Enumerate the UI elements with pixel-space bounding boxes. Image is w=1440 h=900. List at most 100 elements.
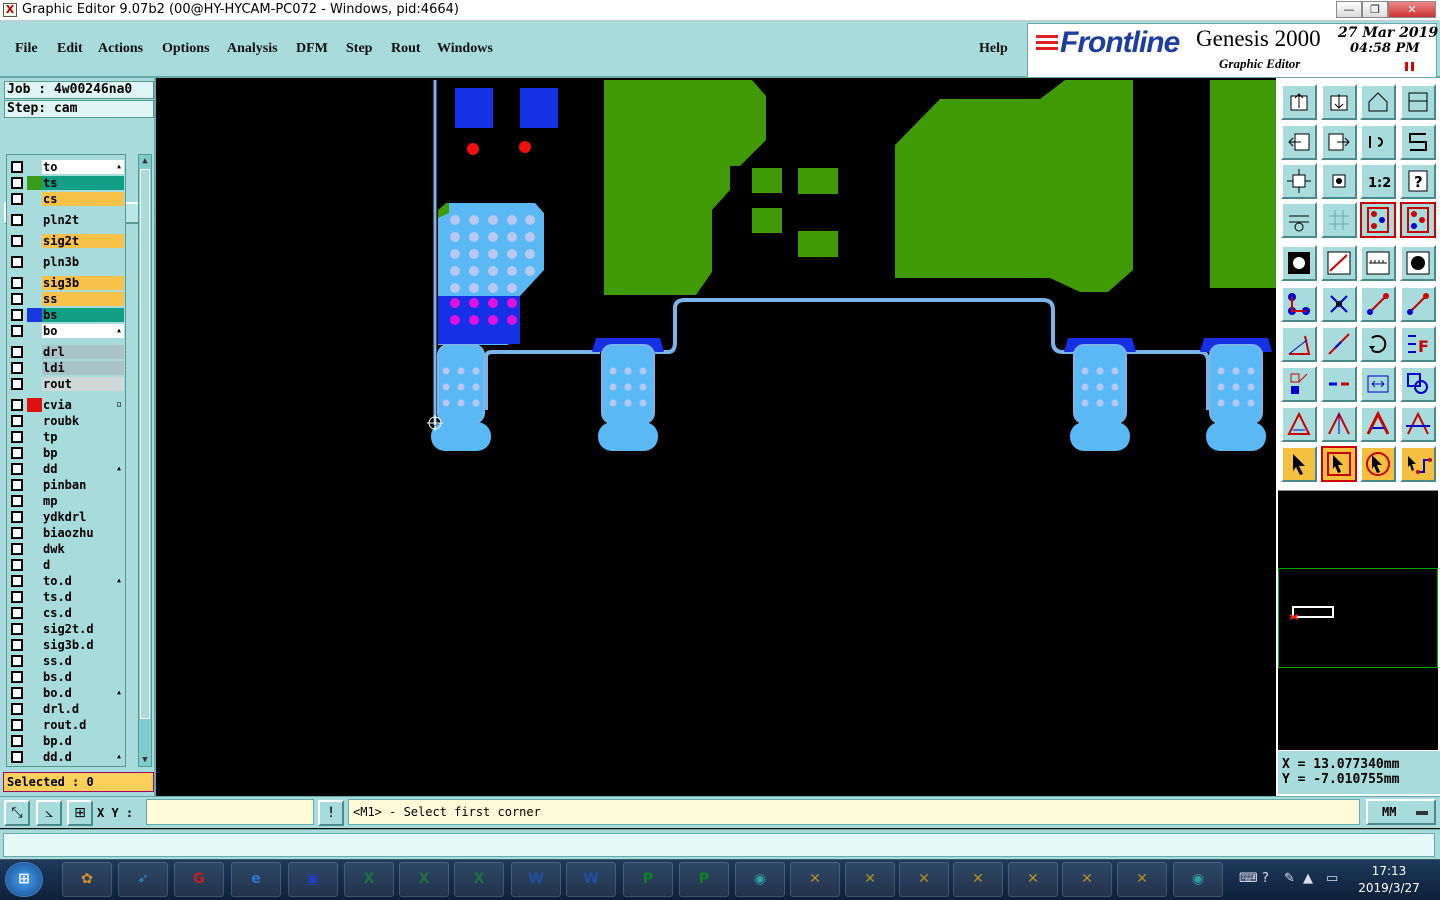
bridge-icon[interactable] xyxy=(1400,406,1436,442)
layer-checkbox[interactable] xyxy=(11,256,23,268)
layer-row-biaozhu[interactable]: biaozhu xyxy=(7,525,127,541)
layer-color-swatch[interactable] xyxy=(27,462,42,476)
layer-name[interactable]: pinban xyxy=(42,478,124,492)
layer-name[interactable]: sig3b xyxy=(42,276,124,290)
alert-button[interactable]: ! xyxy=(318,800,344,826)
layer-color-swatch[interactable] xyxy=(27,377,42,391)
layer-checkbox[interactable] xyxy=(11,362,23,374)
shell-app-icon[interactable]: ✿ xyxy=(62,862,112,897)
excel-icon-2[interactable]: X xyxy=(399,862,449,897)
layer-name[interactable]: cvia ▫ xyxy=(42,398,124,412)
layer-color-swatch[interactable] xyxy=(27,494,42,508)
layer-checkbox[interactable] xyxy=(11,309,23,321)
layer-row-sig2t[interactable]: sig2t xyxy=(7,233,127,249)
layer-checkbox[interactable] xyxy=(11,751,23,763)
word-icon[interactable]: W xyxy=(511,862,561,897)
scroll-down-icon[interactable]: ▼ xyxy=(140,754,150,766)
layer-color-swatch[interactable] xyxy=(27,638,42,652)
layer-color-swatch[interactable] xyxy=(27,176,42,190)
menu-dfm[interactable]: DFM xyxy=(296,41,328,57)
floppy-app-icon[interactable]: ▣ xyxy=(288,862,338,897)
tray-arrow-icon[interactable]: ▲ xyxy=(1303,871,1313,886)
pause-icon[interactable] xyxy=(1405,62,1414,71)
layer-checkbox[interactable] xyxy=(11,177,23,189)
group-icon[interactable] xyxy=(1400,366,1436,402)
move-icon[interactable] xyxy=(1281,366,1317,402)
layer-row-cs-d[interactable]: cs.d xyxy=(7,605,127,621)
layer-color-swatch[interactable] xyxy=(27,308,42,322)
measure-ruler-icon[interactable] xyxy=(1360,245,1396,281)
undo-view-icon[interactable] xyxy=(1360,124,1396,160)
home-icon[interactable] xyxy=(1360,84,1396,120)
layer-row-ss-d[interactable]: ss.d xyxy=(7,653,127,669)
layer-color-swatch[interactable] xyxy=(27,398,42,412)
layer-color-swatch[interactable] xyxy=(27,276,42,290)
select-partial-icon[interactable] xyxy=(1360,446,1396,482)
menu-help[interactable]: Help xyxy=(979,41,1008,57)
layer-checkbox[interactable] xyxy=(11,639,23,651)
layer-row-tp[interactable]: tp xyxy=(7,429,127,445)
zoom-fit-icon[interactable] xyxy=(1281,163,1317,199)
layer-name[interactable]: rout xyxy=(42,377,124,391)
layer-name[interactable]: drl xyxy=(42,345,124,359)
layer-color-swatch[interactable] xyxy=(27,510,42,524)
layer-color-swatch[interactable] xyxy=(27,558,42,572)
grid-toggle-icon[interactable] xyxy=(1321,202,1357,238)
layer-name[interactable]: sig3b.d xyxy=(42,638,124,652)
layer-name[interactable]: roubk xyxy=(42,414,124,428)
layer-row-dwk[interactable]: dwk xyxy=(7,541,127,557)
measure-icon[interactable]: ⦣ xyxy=(36,800,62,826)
restore-button[interactable]: ❐ xyxy=(1362,1,1388,18)
help-icon[interactable]: ? xyxy=(1262,871,1269,886)
genesis-window-icon-4[interactable]: ✕ xyxy=(953,862,1003,897)
minimize-button[interactable]: — xyxy=(1336,1,1362,18)
layer-checkbox[interactable] xyxy=(11,447,23,459)
layer-color-swatch[interactable] xyxy=(27,670,42,684)
start-button-icon[interactable]: ⊞ xyxy=(5,862,43,897)
layer-color-swatch[interactable] xyxy=(27,430,42,444)
layer-row-cvia[interactable]: cvia ▫ xyxy=(7,397,127,413)
layer-row-ts-d[interactable]: ts.d xyxy=(7,589,127,605)
layer-row-pinban[interactable]: pinban xyxy=(7,477,127,493)
window-icon[interactable] xyxy=(1400,84,1436,120)
keyboard-icon[interactable]: ⌨ xyxy=(1239,871,1258,886)
cross-icon[interactable] xyxy=(1321,286,1357,322)
layer-checkbox[interactable] xyxy=(11,193,23,205)
layer-color-swatch[interactable] xyxy=(27,345,42,359)
layer-checkbox[interactable] xyxy=(11,575,23,587)
layer-row-bp-d[interactable]: bp.d xyxy=(7,733,127,749)
rotate-icon[interactable] xyxy=(1360,326,1396,362)
close-button[interactable]: ✕ xyxy=(1388,1,1436,18)
zoom-back-icon[interactable] xyxy=(1281,124,1317,160)
layer-name[interactable]: biaozhu xyxy=(42,526,124,540)
layer-name[interactable]: dd ▴ xyxy=(42,462,124,476)
zoom-forward-icon[interactable] xyxy=(1321,124,1357,160)
layer-checkbox[interactable] xyxy=(11,235,23,247)
layer-color-swatch[interactable] xyxy=(27,526,42,540)
layer-color-swatch[interactable] xyxy=(27,160,42,174)
layer-checkbox[interactable] xyxy=(11,378,23,390)
layer-name[interactable]: bp.d xyxy=(42,734,124,748)
open-job-icon[interactable] xyxy=(1281,84,1317,120)
text-tool-icon[interactable]: F xyxy=(1400,326,1436,362)
genesis-window-icon-3[interactable]: ✕ xyxy=(899,862,949,897)
layer-color-swatch[interactable] xyxy=(27,590,42,604)
layer-row-drl[interactable]: drl xyxy=(7,344,127,360)
layer-checkbox[interactable] xyxy=(11,463,23,475)
scroll-thumb[interactable] xyxy=(140,169,150,719)
layer-name[interactable]: cs.d xyxy=(42,606,124,620)
eye-app-icon-2[interactable]: ◉ xyxy=(1173,862,1223,897)
layer-color-swatch[interactable] xyxy=(27,574,42,588)
resize-icon[interactable] xyxy=(1360,366,1396,402)
layer-row-roubk[interactable]: roubk xyxy=(7,413,127,429)
layer-row-d[interactable]: d xyxy=(7,557,127,573)
layer-row-ldi[interactable]: ldi xyxy=(7,360,127,376)
layer-color-swatch[interactable] xyxy=(27,478,42,492)
layer-color-swatch[interactable] xyxy=(27,606,42,620)
layer-color-swatch[interactable] xyxy=(27,750,42,764)
layer-color-swatch[interactable] xyxy=(27,446,42,460)
menu-options[interactable]: Options xyxy=(162,41,209,57)
menu-windows[interactable]: Windows xyxy=(437,41,493,57)
layer-checkbox[interactable] xyxy=(11,719,23,731)
arc-icon[interactable] xyxy=(1400,286,1436,322)
